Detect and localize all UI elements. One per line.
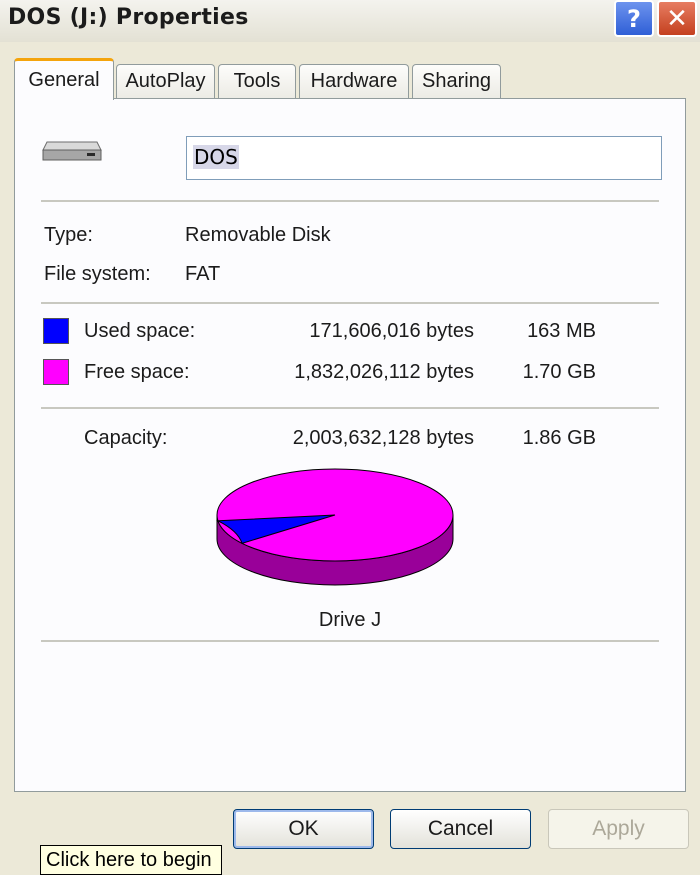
volume-label-value: DOS — [193, 145, 239, 169]
start-tooltip: Click here to begin — [40, 845, 222, 875]
file-system-label: File system: — [44, 263, 151, 285]
disk-usage-pie-chart — [215, 468, 454, 586]
help-button[interactable]: ? — [614, 0, 654, 37]
tab-sharing[interactable]: Sharing — [412, 64, 501, 98]
used-space-bytes: 171,606,016 bytes — [309, 320, 474, 342]
type-value: Removable Disk — [185, 224, 331, 246]
used-space-size: 163 MB — [527, 320, 596, 342]
removable-drive-icon — [42, 141, 102, 161]
free-space-bytes: 1,832,026,112 bytes — [294, 361, 474, 383]
tab-general[interactable]: General — [14, 58, 114, 100]
divider — [41, 302, 659, 304]
window-title: DOS (J:) Properties — [8, 5, 249, 30]
tab-tools[interactable]: Tools — [218, 64, 296, 98]
capacity-bytes: 2,003,632,128 bytes — [292, 427, 474, 449]
type-label: Type: — [44, 224, 93, 246]
tab-hardware[interactable]: Hardware — [299, 64, 409, 98]
general-tab-panel: DOS Type: Removable Disk File system: FA… — [14, 98, 686, 792]
help-icon: ? — [627, 4, 641, 33]
pie-caption: Drive J — [318, 609, 382, 631]
file-system-value: FAT — [185, 263, 221, 285]
free-space-swatch — [43, 359, 69, 385]
free-space-size: 1.70 GB — [522, 361, 596, 383]
close-icon: ✕ — [666, 3, 688, 34]
apply-button: Apply — [548, 809, 689, 849]
cancel-button[interactable]: Cancel — [390, 809, 531, 849]
tab-autoplay[interactable]: AutoPlay — [116, 64, 215, 98]
close-button[interactable]: ✕ — [657, 0, 697, 37]
free-space-label: Free space: — [84, 361, 190, 383]
ok-button[interactable]: OK — [233, 809, 374, 849]
volume-label-input[interactable]: DOS — [186, 136, 662, 180]
used-space-swatch — [43, 318, 69, 344]
divider — [41, 200, 659, 202]
used-space-label: Used space: — [84, 320, 196, 342]
divider — [41, 407, 659, 409]
divider — [41, 640, 659, 642]
capacity-size: 1.86 GB — [522, 427, 596, 449]
capacity-label: Capacity: — [84, 427, 168, 449]
title-bar[interactable]: DOS (J:) Properties ? ✕ — [0, 0, 700, 42]
